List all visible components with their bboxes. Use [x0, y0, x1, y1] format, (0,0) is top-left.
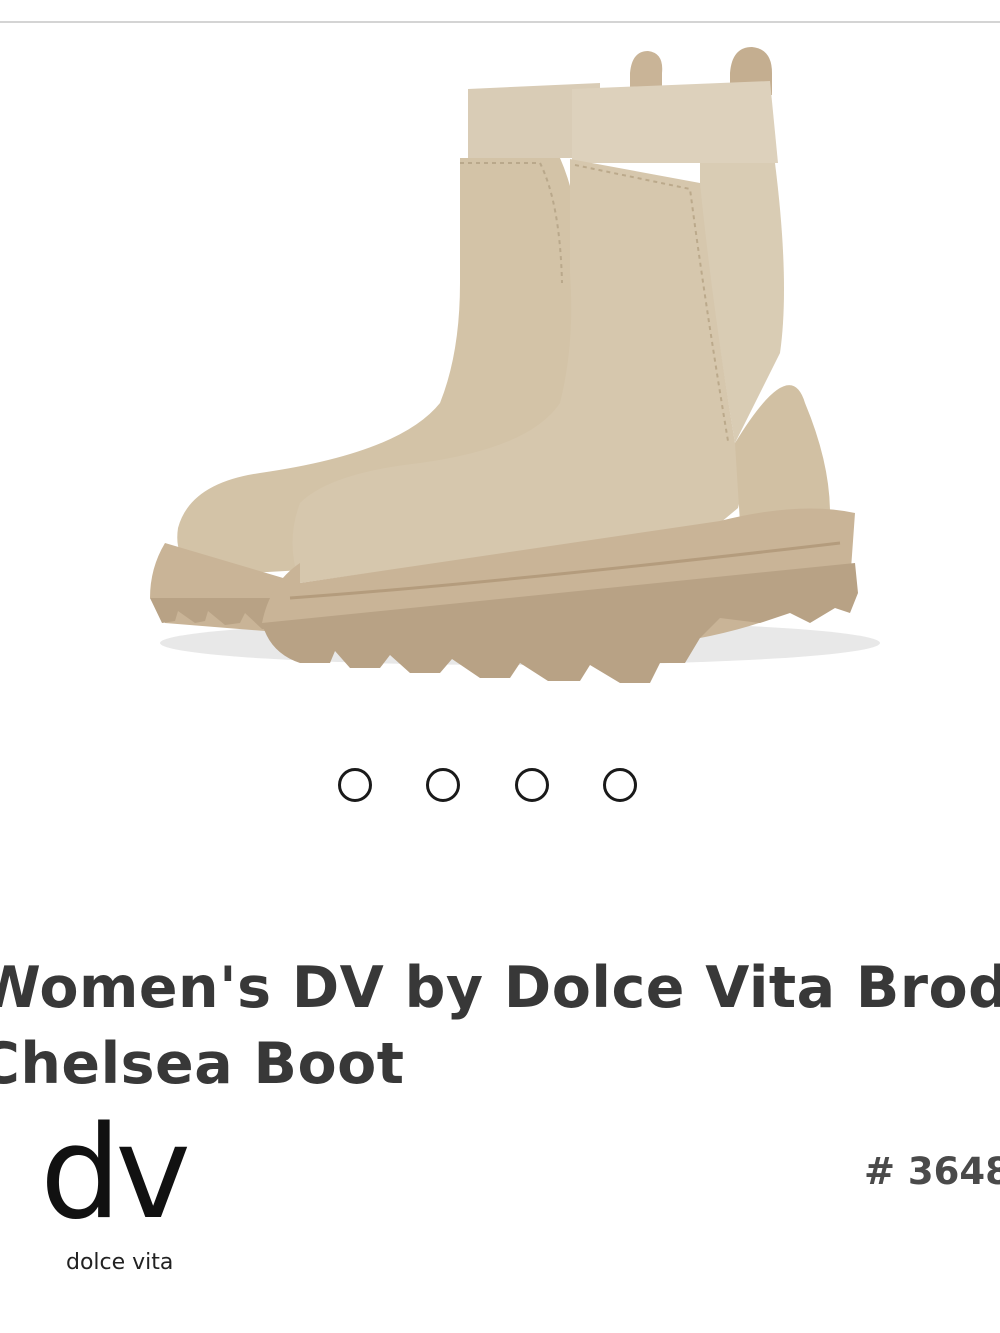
product-title: Women's DV by Dolce Vita Brod Chelsea Bo… [0, 950, 1000, 1102]
product-title-line-1: Women's DV by Dolce Vita Brod [0, 955, 1000, 1021]
product-sku: # 36485 [864, 1150, 1000, 1193]
product-image-gallery[interactable] [0, 23, 1000, 703]
product-image [150, 47, 880, 683]
brand-logo-subtitle: dolce vita [66, 1250, 174, 1275]
brand-logo-mark: dv [40, 1099, 191, 1248]
gallery-pagination [0, 768, 1000, 812]
gallery-dot-3[interactable] [515, 768, 549, 802]
product-page: Women's DV by Dolce Vita Brod Chelsea Bo… [0, 0, 1000, 1333]
gallery-dot-4[interactable] [603, 768, 637, 802]
product-title-line-2: Chelsea Boot [0, 1031, 405, 1097]
gallery-dot-2[interactable] [426, 768, 460, 802]
gallery-dot-1[interactable] [338, 768, 372, 802]
brand-logo[interactable]: dv dolce vita [40, 1110, 240, 1290]
